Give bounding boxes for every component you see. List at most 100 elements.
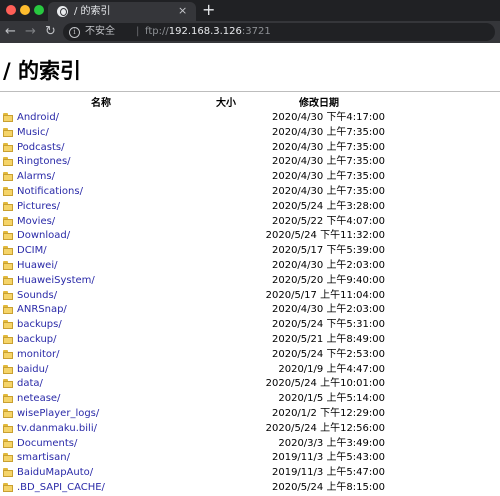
modified-date: 2020/5/24 下午2:53:00 — [271, 348, 385, 360]
address-bar[interactable]: i 不安全 | ftp://192.168.3.126:3721 — [63, 23, 495, 41]
table-row: Podcasts/2020/4/30 上午7:35:00 — [0, 141, 500, 156]
folder-icon — [3, 320, 13, 330]
modified-date: 2020/4/30 上午2:03:00 — [271, 259, 385, 271]
folder-icon — [3, 379, 13, 389]
modified-date: 2020/4/30 上午2:03:00 — [271, 304, 385, 316]
globe-icon — [57, 6, 68, 17]
column-header-modified: 修改日期 — [299, 98, 339, 109]
new-tab-button[interactable]: + — [202, 0, 215, 20]
minimize-window-button[interactable] — [20, 5, 30, 15]
modified-date: 2020/5/17 下午5:39:00 — [271, 245, 385, 257]
url-host: 192.168.3.126 — [168, 26, 242, 37]
folder-icon — [3, 290, 13, 300]
back-arrow-icon[interactable]: ← — [5, 23, 16, 40]
folder-icon — [3, 423, 13, 433]
active-tab[interactable]: / 的索引 × — [48, 2, 196, 21]
folder-icon — [3, 113, 13, 122]
folder-link[interactable]: wisePlayer_logs/ — [17, 407, 99, 421]
table-row: backups/2020/5/24 下午5:31:00 — [0, 318, 500, 333]
table-row: tv.danmaku.bili/2020/5/24 上午12:56:00 — [0, 422, 500, 437]
directory-listing: Android/2020/4/30 下午4:17:00 Music/2020/4/… — [0, 111, 500, 496]
table-row: netease/2020/1/5 上午5:14:00 — [0, 392, 500, 407]
folder-link[interactable]: .BD_SAPI_CACHE/ — [17, 481, 105, 495]
folder-icon — [3, 482, 13, 492]
folder-link[interactable]: Music/ — [17, 126, 49, 140]
folder-link[interactable]: HuaweiSystem/ — [17, 274, 95, 288]
reload-icon[interactable]: ↻ — [45, 23, 56, 40]
folder-link[interactable]: backups/ — [17, 318, 62, 332]
folder-link[interactable]: tv.danmaku.bili/ — [17, 422, 97, 436]
table-row: Music/2020/4/30 上午7:35:00 — [0, 126, 500, 141]
folder-icon — [3, 334, 13, 344]
url-port: :3721 — [241, 26, 271, 37]
folder-link[interactable]: Notifications/ — [17, 185, 83, 199]
modified-date: 2020/5/22 下午4:07:00 — [271, 215, 385, 227]
folder-icon — [3, 157, 13, 167]
tab-title: / 的索引 — [74, 6, 111, 17]
folder-icon — [3, 260, 13, 270]
modified-date: 2019/11/3 上午5:47:00 — [271, 467, 385, 479]
folder-link[interactable]: ANRSnap/ — [17, 303, 67, 317]
modified-date: 2020/4/30 上午7:35:00 — [271, 171, 385, 183]
folder-link[interactable]: Ringtones/ — [17, 155, 71, 169]
folder-link[interactable]: Pictures/ — [17, 200, 60, 214]
folder-icon — [3, 201, 13, 211]
table-row: Huawei/2020/4/30 上午2:03:00 — [0, 259, 500, 274]
maximize-window-button[interactable] — [34, 5, 44, 15]
modified-date: 2019/11/3 上午5:43:00 — [271, 452, 385, 464]
modified-date: 2020/3/3 上午3:49:00 — [278, 437, 385, 449]
close-window-button[interactable] — [6, 5, 16, 15]
table-row: Movies/2020/5/22 下午4:07:00 — [0, 215, 500, 230]
forward-arrow-icon[interactable]: → — [25, 23, 36, 40]
info-icon[interactable]: i — [69, 27, 80, 38]
url-text[interactable]: ftp://192.168.3.126:3721 — [145, 25, 271, 39]
table-row: HuaweiSystem/2020/5/20 上午9:40:00 — [0, 274, 500, 289]
table-row: Download/2020/5/24 下午11:32:00 — [0, 229, 500, 244]
folder-link[interactable]: BaiduMapAuto/ — [17, 466, 93, 480]
folder-link[interactable]: Android/ — [17, 111, 59, 125]
modified-date: 2020/1/9 上午4:47:00 — [278, 363, 385, 375]
folder-icon — [3, 408, 13, 418]
folder-link[interactable]: Download/ — [17, 229, 70, 243]
folder-link[interactable]: DCIM/ — [17, 244, 47, 258]
folder-link[interactable]: Documents/ — [17, 437, 77, 451]
folder-icon — [3, 231, 13, 241]
folder-link[interactable]: netease/ — [17, 392, 60, 406]
table-row: baidu/2020/1/9 上午4:47:00 — [0, 363, 500, 378]
table-row: Sounds/2020/5/17 上午11:04:00 — [0, 289, 500, 304]
modified-date: 2020/5/24 上午10:01:00 — [265, 378, 385, 390]
folder-link[interactable]: Movies/ — [17, 215, 55, 229]
folder-link[interactable]: backup/ — [17, 333, 57, 347]
modified-date: 2020/5/24 上午12:56:00 — [265, 422, 385, 434]
folder-icon — [3, 142, 13, 152]
title-divider — [0, 91, 500, 92]
page-title: / 的索引 — [3, 59, 81, 83]
modified-date: 2020/4/30 下午4:17:00 — [271, 112, 385, 123]
security-indicator[interactable]: 不安全 — [85, 25, 115, 39]
modified-date: 2020/5/24 上午8:15:00 — [271, 481, 385, 493]
table-row: Pictures/2020/5/24 上午3:28:00 — [0, 200, 500, 215]
folder-link[interactable]: Alarms/ — [17, 170, 55, 184]
table-row: ANRSnap/2020/4/30 上午2:03:00 — [0, 303, 500, 318]
folder-link[interactable]: Podcasts/ — [17, 141, 64, 155]
table-row: Android/2020/4/30 下午4:17:00 — [0, 111, 500, 126]
modified-date: 2020/5/21 上午8:49:00 — [271, 333, 385, 345]
column-header-name: 名称 — [91, 98, 111, 109]
folder-link[interactable]: Sounds/ — [17, 289, 57, 303]
tab-strip: / 的索引 × + — [0, 0, 500, 21]
modified-date: 2020/5/24 上午3:28:00 — [271, 200, 385, 212]
folder-icon — [3, 468, 13, 478]
folder-link[interactable]: Huawei/ — [17, 259, 57, 273]
folder-icon — [3, 438, 13, 448]
modified-date: 2020/5/20 上午9:40:00 — [271, 274, 385, 286]
folder-link[interactable]: monitor/ — [17, 348, 60, 362]
url-scheme: ftp:// — [145, 26, 169, 37]
modified-date: 2020/1/5 上午5:14:00 — [278, 393, 385, 405]
close-tab-icon[interactable]: × — [178, 4, 187, 18]
folder-link[interactable]: baidu/ — [17, 363, 48, 377]
folder-link[interactable]: smartisan/ — [17, 451, 70, 465]
folder-icon — [3, 275, 13, 285]
modified-date: 2020/5/24 下午11:32:00 — [265, 230, 385, 242]
table-row: Documents/2020/3/3 上午3:49:00 — [0, 437, 500, 452]
folder-link[interactable]: data/ — [17, 377, 43, 391]
